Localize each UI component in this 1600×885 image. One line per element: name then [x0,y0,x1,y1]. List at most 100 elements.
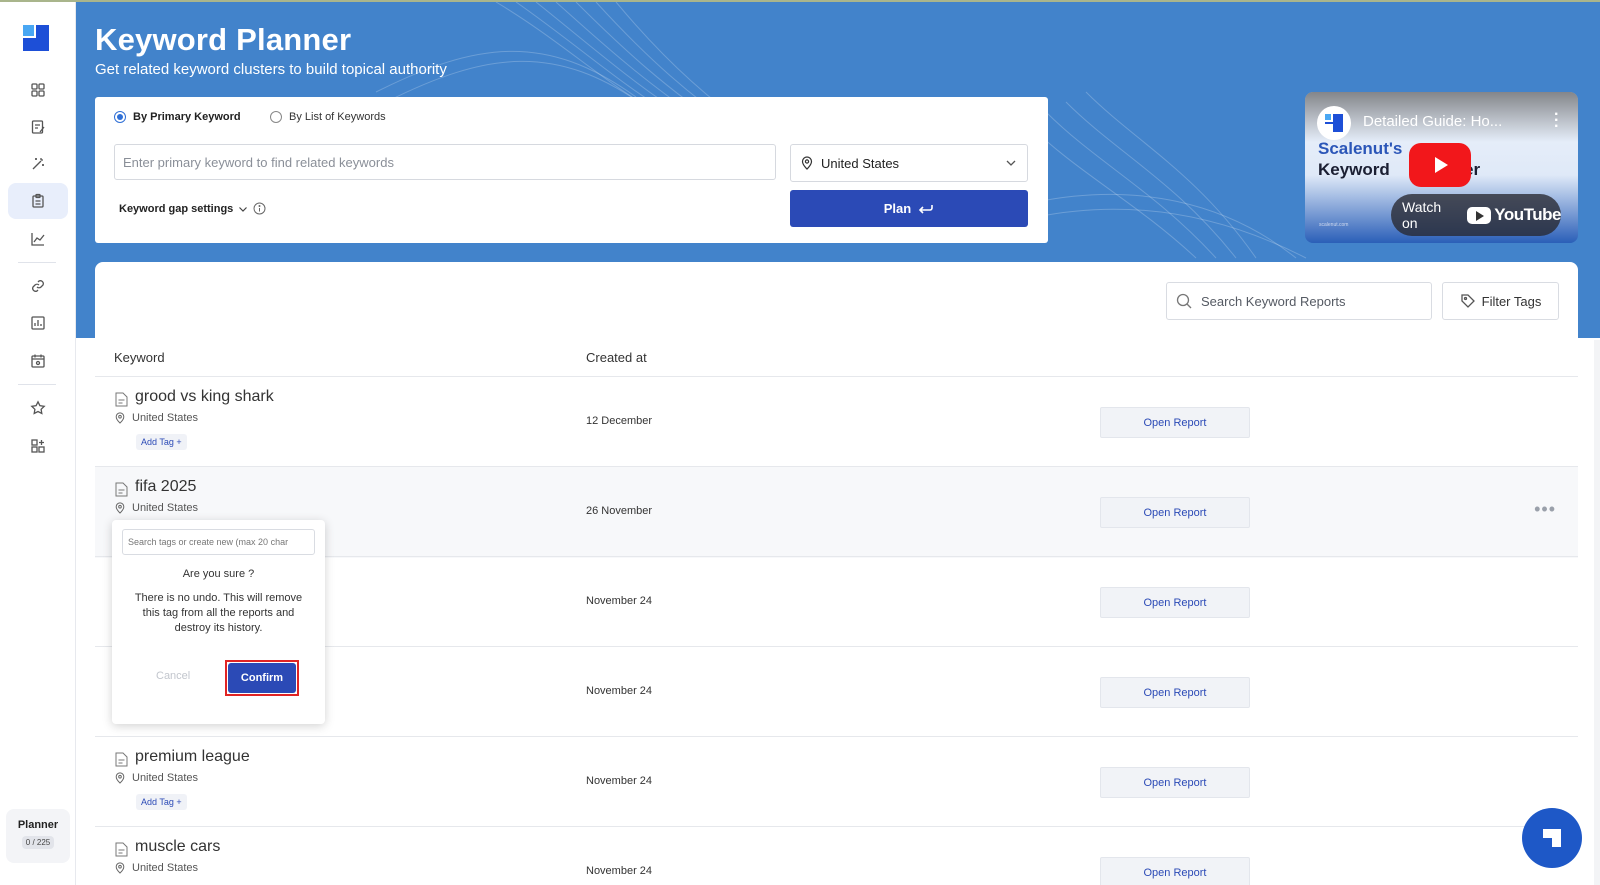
confirm-message: There is no undo. This will remove this … [134,592,303,634]
video-title[interactable]: Detailed Guide: Ho... [1363,113,1502,130]
location-pin-icon [115,412,125,424]
filter-tags-label: Filter Tags [1481,293,1542,309]
nav-reports[interactable] [8,305,68,341]
tag-search-input[interactable] [122,529,315,555]
nav-links[interactable] [8,268,68,304]
open-report-button[interactable]: Open Report [1100,767,1250,798]
confirm-button[interactable]: Confirm [228,663,296,693]
table-row[interactable]: muscle cars United States November 24 Op… [95,826,1578,885]
line-chart-icon [31,233,45,246]
column-header-keyword: Keyword [114,350,165,365]
chat-widget-button[interactable] [1522,808,1582,868]
chevron-down-icon [239,206,248,212]
report-location: United States [115,772,198,784]
chevron-down-icon [1006,160,1016,166]
table-row[interactable]: premium league United States Add Tag + N… [95,736,1578,828]
video-small-text: scalenut.com [1319,222,1349,228]
video-thumb-text: Scalenut's [1318,139,1403,158]
location-pin-icon [115,862,125,874]
row-more-options-icon[interactable]: ••• [1534,499,1556,520]
nav-documents[interactable] [8,109,68,145]
cancel-button[interactable]: Cancel [156,670,190,682]
plan-usage-box[interactable]: Planner 0 / 225 [6,809,70,863]
report-created-at: November 24 [586,595,653,607]
document-icon [115,392,128,407]
open-report-button[interactable]: Open Report [1100,857,1250,885]
nav-divider [18,262,56,263]
nav-calendar[interactable] [8,343,68,379]
page-title: Keyword Planner [95,22,352,57]
delete-tag-confirm-popover: Are you sure ? There is no undo. This wi… [112,520,325,724]
country-select[interactable]: United States [790,144,1028,182]
open-report-button[interactable]: Open Report [1100,407,1250,438]
keyword-gap-settings-toggle[interactable]: Keyword gap settings [119,202,266,215]
image-chart-icon [31,316,45,330]
open-report-button[interactable]: Open Report [1100,497,1250,528]
report-keyword[interactable]: premium league [135,748,250,766]
nav-apps[interactable] [8,428,68,464]
play-icon [1435,157,1448,173]
link-icon [32,280,44,292]
video-thumb-text: Keyword [1318,160,1390,179]
nav-divider [18,384,56,385]
scalenut-logo[interactable] [23,25,49,51]
youtube-logo: YouTube [1467,205,1561,225]
plan-button[interactable]: Plan [790,190,1028,227]
nav-favorites[interactable] [8,390,68,426]
radio-label: By Primary Keyword [133,111,241,123]
open-report-button[interactable]: Open Report [1100,587,1250,618]
add-tag-button[interactable]: Add Tag + [136,794,187,810]
report-location: United States [115,862,198,874]
scalenut-logo-icon [1325,114,1343,132]
location-text: United States [132,862,199,874]
location-pin-icon [115,502,125,514]
report-created-at: November 24 [586,865,653,877]
report-created-at: November 24 [586,775,653,787]
report-keyword[interactable]: fifa 2025 [135,478,196,496]
table-row[interactable]: grood vs king shark United States Add Ta… [95,376,1578,468]
add-apps-icon [31,439,45,453]
open-report-button[interactable]: Open Report [1100,677,1250,708]
confirm-question: Are you sure ? [182,568,255,580]
report-keyword[interactable]: muscle cars [135,838,220,856]
plan-button-label: Plan [883,201,912,216]
report-location: United States [115,412,198,424]
enter-arrow-icon [919,204,934,214]
watch-on-label: Watch on [1402,199,1442,231]
gap-settings-label: Keyword gap settings [119,202,234,215]
grid-icon [31,83,45,97]
info-icon[interactable] [253,202,266,215]
report-keyword[interactable]: grood vs king shark [135,388,274,406]
play-button[interactable] [1409,143,1471,187]
report-created-at: November 24 [586,685,653,697]
nav-analytics[interactable] [8,221,68,257]
nav-ai-tools[interactable] [8,146,68,182]
search-reports-box[interactable] [1166,282,1432,320]
sidebar: Planner 0 / 225 [0,0,76,885]
page-scrollbar[interactable] [1594,340,1600,885]
nav-dashboard[interactable] [8,72,68,108]
nav-keyword-planner[interactable] [8,183,68,219]
location-text: United States [132,412,199,424]
radio-dot [270,111,282,123]
keyword-planner-form: By Primary Keyword By List of Keywords U… [95,97,1048,243]
video-more-icon[interactable]: · · · [1554,107,1559,135]
primary-keyword-input[interactable] [114,144,776,180]
radio-by-primary-keyword[interactable]: By Primary Keyword [114,111,241,123]
search-reports-input[interactable] [1201,293,1421,309]
plan-name: Planner [17,819,59,831]
radio-dot [114,111,126,123]
location-pin-icon [115,772,125,784]
watch-on-youtube-button[interactable]: Watch on YouTube [1391,194,1561,236]
location-pin-icon [801,156,813,170]
radio-by-list-of-keywords[interactable]: By List of Keywords [270,111,386,123]
top-accent-line [0,0,1600,2]
document-icon [115,842,128,857]
magic-wand-icon [32,158,44,170]
clipboard-icon [32,193,44,208]
add-tag-button[interactable]: Add Tag + [136,434,187,450]
filter-tags-button[interactable]: Filter Tags [1442,282,1559,320]
edit-document-icon [31,120,45,134]
youtube-video-embed[interactable]: Detailed Guide: Ho... · · · Scalenut's Key… [1305,92,1578,243]
channel-avatar[interactable] [1317,106,1351,140]
